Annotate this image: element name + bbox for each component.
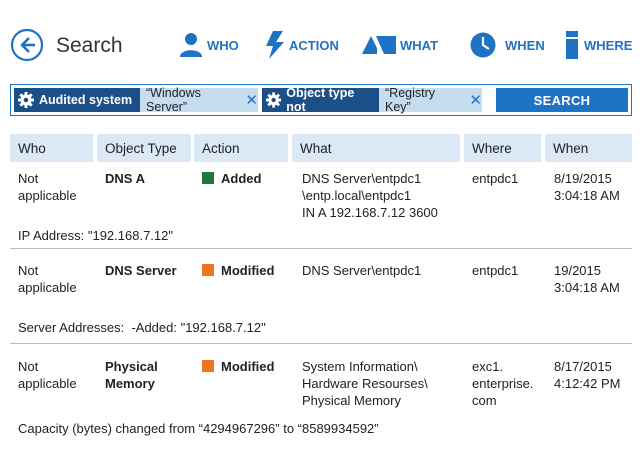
nav-where[interactable]: WHERE [566,27,632,63]
filter-chip-object-type-not[interactable]: Object type not [262,86,379,114]
cell-when: 8/19/2015 3:04:18 AM [554,171,620,203]
user-icon [180,33,202,57]
cell-what: DNS Server\entpdc1 [302,263,422,278]
filter-bar: Audited system “Windows Server” ✕ Object… [10,84,632,116]
nav-when-label: WHEN [505,37,545,53]
row-detail: Capacity (bytes) changed from “429496729… [18,421,379,436]
cell-object-type: DNS A [105,171,145,186]
filter-name-label: Audited system [39,93,133,107]
nav-what[interactable]: WHAT [362,27,438,63]
remove-filter-icon[interactable]: ✕ [245,91,258,109]
cell-object-type: DNS Server [105,263,177,278]
nav-action-label: ACTION [289,37,339,53]
search-button[interactable]: SEARCH [496,88,628,112]
back-arrow-icon [10,28,44,62]
cell-action: Modified [202,358,274,375]
nav-what-label: WHAT [400,37,439,53]
header: Search WHO ACTION WHAT WHEN WHERE [0,0,640,80]
page-title: Search [56,34,123,57]
column-header-action[interactable]: Action [194,134,288,162]
action-modified-marker [202,360,214,372]
column-header-where[interactable]: Where [464,134,541,162]
column-header-object-type[interactable]: Object Type [97,134,191,162]
row-divider [10,343,632,344]
lightning-icon [266,31,284,59]
nav-action[interactable]: ACTION [265,27,339,63]
column-header-who[interactable]: Who [10,134,93,162]
filter-name-label: Object type not [286,86,355,114]
gear-icon [266,92,282,108]
cell-action: Modified [202,262,274,279]
filter-value-registry-key: “Registry Key” ✕ [379,86,482,114]
row-divider [10,248,632,249]
cell-who: Not applicable [18,171,77,203]
cell-who: Not applicable [18,359,77,391]
nav-who[interactable]: WHO [179,27,239,63]
cell-when: 19/2015 3:04:18 AM [554,263,620,295]
cell-who: Not applicable [18,263,77,295]
cell-where: exc1. enterprise. com [472,359,534,408]
cell-what: DNS Server\entpdc1 \entp.local\entpdc1 I… [302,171,438,220]
filter-value-label: “Registry Key” [385,86,436,114]
filter-chip-audited-system[interactable]: Audited system [14,88,140,112]
column-header-when[interactable]: When [545,134,632,162]
cell-when: 8/17/2015 4:12:42 PM [554,359,621,391]
row-detail: Server Addresses: -Added: "192.168.7.12" [18,320,266,335]
clock-icon [470,32,496,58]
column-header-what[interactable]: What [292,134,460,162]
table-row[interactable]: Not applicable DNS A Added DNS Server\en… [10,170,632,248]
filter-value-windows-server: “Windows Server” ✕ [140,86,258,114]
objects-icon [362,36,396,54]
table-row[interactable]: Not applicable Physical Memory Modified … [10,358,632,442]
cell-where: entpdc1 [472,171,519,186]
action-label: Modified [221,263,275,278]
action-label: Added [221,171,262,186]
table-header: Who Object Type Action What Where When [10,134,632,162]
table-row[interactable]: Not applicable DNS Server Modified DNS S… [10,262,632,342]
action-added-marker [202,172,214,184]
nav-when[interactable]: WHEN [470,27,545,63]
server-icon [566,31,578,59]
action-label: Modified [221,359,275,374]
cell-what: System Information\ Hardware Resourses\ … [302,359,428,408]
row-detail: IP Address: "192.168.7.12" [18,228,173,243]
nav-where-label: WHERE [584,37,633,53]
remove-filter-icon[interactable]: ✕ [469,91,482,109]
gear-icon [18,92,34,108]
nav-who-label: WHO [207,37,239,53]
action-modified-marker [202,264,214,276]
back-button[interactable] [10,28,44,62]
cell-action: Added [202,170,261,187]
cell-object-type: Physical Memory [105,359,158,391]
filter-value-label: “Windows Server” [146,86,201,114]
cell-where: entpdc1 [472,263,519,278]
